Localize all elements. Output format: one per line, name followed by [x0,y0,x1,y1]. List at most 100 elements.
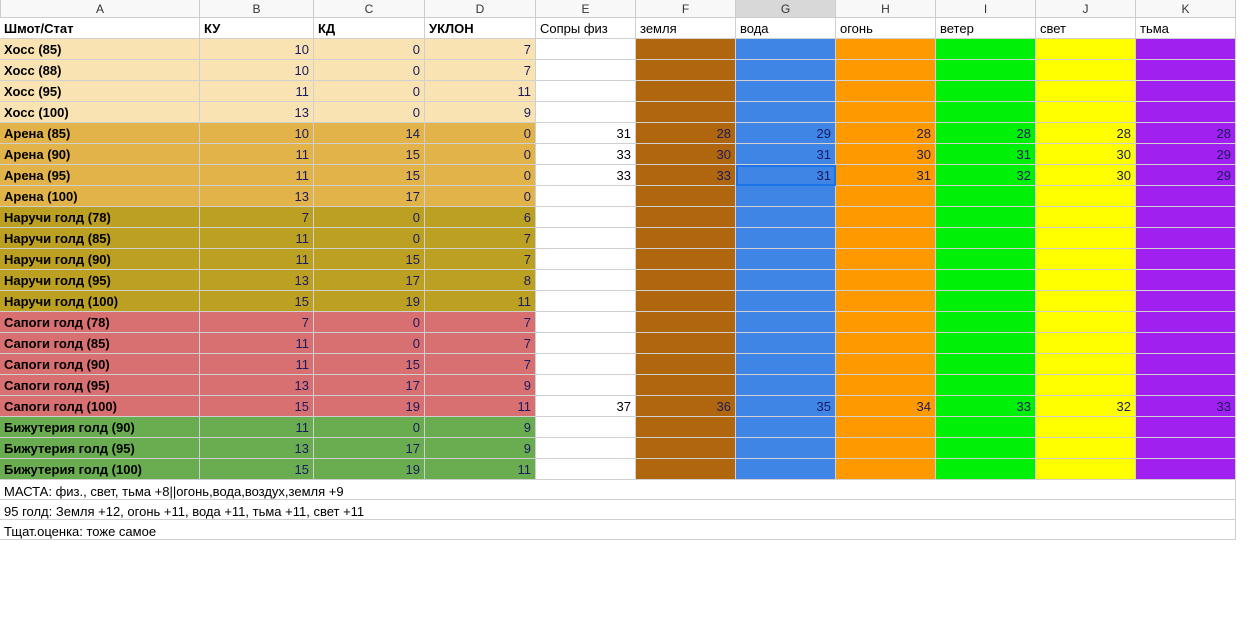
cell-kd[interactable]: 19 [314,396,425,417]
column-header-G[interactable]: G [736,0,836,18]
header-cell-J[interactable]: свет [1036,18,1136,39]
row-label[interactable]: Сапоги голд (95) [0,375,200,396]
cell-ku[interactable]: 13 [200,375,314,396]
cell-elem[interactable] [1136,459,1236,480]
cell-elem[interactable] [1036,39,1136,60]
cell-elem[interactable] [736,102,836,123]
cell-elem[interactable] [1136,375,1236,396]
cell-elem[interactable] [536,291,636,312]
cell-uklon[interactable]: 11 [425,459,536,480]
cell-elem[interactable] [936,102,1036,123]
cell-elem[interactable] [1136,39,1236,60]
cell-elem[interactable]: 28 [1036,123,1136,144]
column-header-B[interactable]: B [200,0,314,18]
cell-elem[interactable] [936,81,1036,102]
row-label[interactable]: Арена (90) [0,144,200,165]
cell-uklon[interactable]: 0 [425,186,536,207]
cell-uklon[interactable]: 11 [425,81,536,102]
cell-elem[interactable] [1136,438,1236,459]
cell-uklon[interactable]: 0 [425,123,536,144]
cell-kd[interactable]: 19 [314,459,425,480]
cell-elem[interactable] [1036,291,1136,312]
cell-elem[interactable] [736,312,836,333]
cell-elem[interactable] [736,354,836,375]
cell-ku[interactable]: 11 [200,417,314,438]
cell-kd[interactable]: 15 [314,165,425,186]
cell-ku[interactable]: 13 [200,102,314,123]
cell-kd[interactable]: 0 [314,417,425,438]
cell-uklon[interactable]: 0 [425,165,536,186]
cell-elem[interactable] [1136,354,1236,375]
cell-elem[interactable] [836,102,936,123]
cell-uklon[interactable]: 9 [425,102,536,123]
cell-uklon[interactable]: 7 [425,39,536,60]
cell-elem[interactable] [1036,228,1136,249]
row-label[interactable]: Наручи голд (85) [0,228,200,249]
cell-elem[interactable]: 30 [1036,165,1136,186]
cell-elem[interactable]: 34 [836,396,936,417]
header-cell-K[interactable]: тьма [1136,18,1236,39]
cell-ku[interactable]: 11 [200,333,314,354]
column-header-C[interactable]: C [314,0,425,18]
cell-elem[interactable]: 30 [636,144,736,165]
cell-kd[interactable]: 15 [314,249,425,270]
cell-elem[interactable] [1036,459,1136,480]
cell-elem[interactable]: 28 [1136,123,1236,144]
cell-elem[interactable] [836,270,936,291]
cell-kd[interactable]: 14 [314,123,425,144]
cell-elem[interactable]: 29 [1136,165,1236,186]
cell-kd[interactable]: 0 [314,333,425,354]
cell-ku[interactable]: 13 [200,438,314,459]
row-label[interactable]: Арена (85) [0,123,200,144]
cell-kd[interactable]: 17 [314,375,425,396]
cell-elem[interactable] [536,459,636,480]
cell-elem[interactable] [1136,228,1236,249]
column-header-J[interactable]: J [1036,0,1136,18]
cell-elem[interactable] [736,417,836,438]
header-cell-a[interactable]: Шмот/Стат [0,18,200,39]
cell-elem[interactable] [836,459,936,480]
cell-elem[interactable]: 29 [736,123,836,144]
spreadsheet-grid[interactable]: ABCDEFGHIJKШмот/СтатКУКДУКЛОНСопры физзе… [0,0,1254,540]
cell-elem[interactable] [536,417,636,438]
cell-elem[interactable] [536,186,636,207]
cell-elem[interactable] [636,270,736,291]
cell-elem[interactable] [736,39,836,60]
cell-elem[interactable]: 33 [936,396,1036,417]
header-cell-G[interactable]: вода [736,18,836,39]
row-label[interactable]: Сапоги голд (85) [0,333,200,354]
cell-kd[interactable]: 0 [314,312,425,333]
cell-ku[interactable]: 11 [200,354,314,375]
cell-elem[interactable] [1036,207,1136,228]
cell-elem[interactable] [736,60,836,81]
cell-elem[interactable] [636,60,736,81]
cell-elem[interactable] [736,81,836,102]
row-label[interactable]: Хосс (95) [0,81,200,102]
row-label[interactable]: Бижутерия голд (90) [0,417,200,438]
row-label[interactable]: Хосс (88) [0,60,200,81]
cell-elem[interactable] [1036,333,1136,354]
cell-elem[interactable] [836,333,936,354]
cell-elem[interactable] [936,459,1036,480]
cell-elem[interactable] [936,417,1036,438]
cell-elem[interactable] [736,333,836,354]
cell-elem[interactable] [636,417,736,438]
row-label[interactable]: Наручи голд (100) [0,291,200,312]
cell-elem[interactable] [836,81,936,102]
cell-elem[interactable] [1036,417,1136,438]
cell-elem[interactable] [1036,186,1136,207]
cell-elem[interactable]: 30 [836,144,936,165]
cell-uklon[interactable]: 7 [425,333,536,354]
cell-elem[interactable]: 33 [536,165,636,186]
cell-kd[interactable]: 0 [314,60,425,81]
cell-elem[interactable] [836,375,936,396]
row-label[interactable]: Наручи голд (95) [0,270,200,291]
cell-ku[interactable]: 13 [200,186,314,207]
cell-elem[interactable] [836,417,936,438]
cell-elem[interactable] [536,249,636,270]
cell-elem[interactable] [1036,60,1136,81]
cell-elem[interactable]: 32 [936,165,1036,186]
cell-ku[interactable]: 15 [200,291,314,312]
cell-elem[interactable] [1036,81,1136,102]
cell-elem[interactable] [936,249,1036,270]
